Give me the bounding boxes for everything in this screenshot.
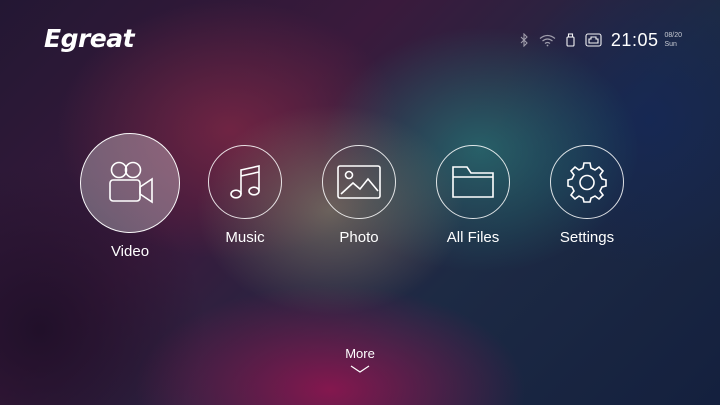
more-label: More (345, 346, 375, 361)
menu-item-music-ring (208, 145, 282, 219)
home-screen: Egreat 21:05 08/20 Sun Video Music Photo… (0, 0, 720, 405)
bluetooth-icon (519, 33, 529, 47)
menu-item-all-files-ring (436, 145, 510, 219)
clock-date: 08/20 Sun (664, 31, 682, 49)
video-camera-icon (109, 161, 153, 204)
usb-drive-icon (566, 33, 575, 47)
menu-item-photo-label: Photo (339, 229, 379, 246)
gear-icon (567, 162, 607, 203)
chevron-down-icon (350, 365, 370, 373)
menu-item-all-files-label: All Files (446, 229, 500, 246)
more-button[interactable]: More (330, 346, 390, 373)
menu-item-all-files[interactable]: All Files (423, 133, 523, 246)
wifi-icon (539, 34, 556, 47)
menu-item-music-label: Music (225, 229, 265, 246)
music-note-icon (230, 165, 260, 199)
egreat-logo: Egreat (44, 24, 135, 53)
menu-item-settings-label: Settings (559, 229, 615, 246)
menu-item-photo[interactable]: Photo (309, 133, 409, 246)
day-text: Sun (664, 41, 677, 48)
folder-icon (452, 166, 494, 198)
main-menu: Video Music Photo All Files Settings (80, 133, 630, 263)
network-icon (585, 33, 602, 47)
menu-item-video-ring (80, 133, 180, 233)
menu-item-photo-ring (322, 145, 396, 219)
date-text: 08/20 (664, 32, 682, 39)
menu-item-settings-ring (550, 145, 624, 219)
menu-item-video-label: Video (110, 243, 150, 260)
photo-icon (337, 165, 381, 199)
menu-item-music[interactable]: Music (195, 133, 295, 246)
menu-item-video[interactable]: Video (80, 133, 180, 260)
menu-item-settings[interactable]: Settings (537, 133, 637, 246)
clock-time: 21:05 (610, 29, 659, 50)
status-bar: 21:05 08/20 Sun (509, 28, 682, 52)
